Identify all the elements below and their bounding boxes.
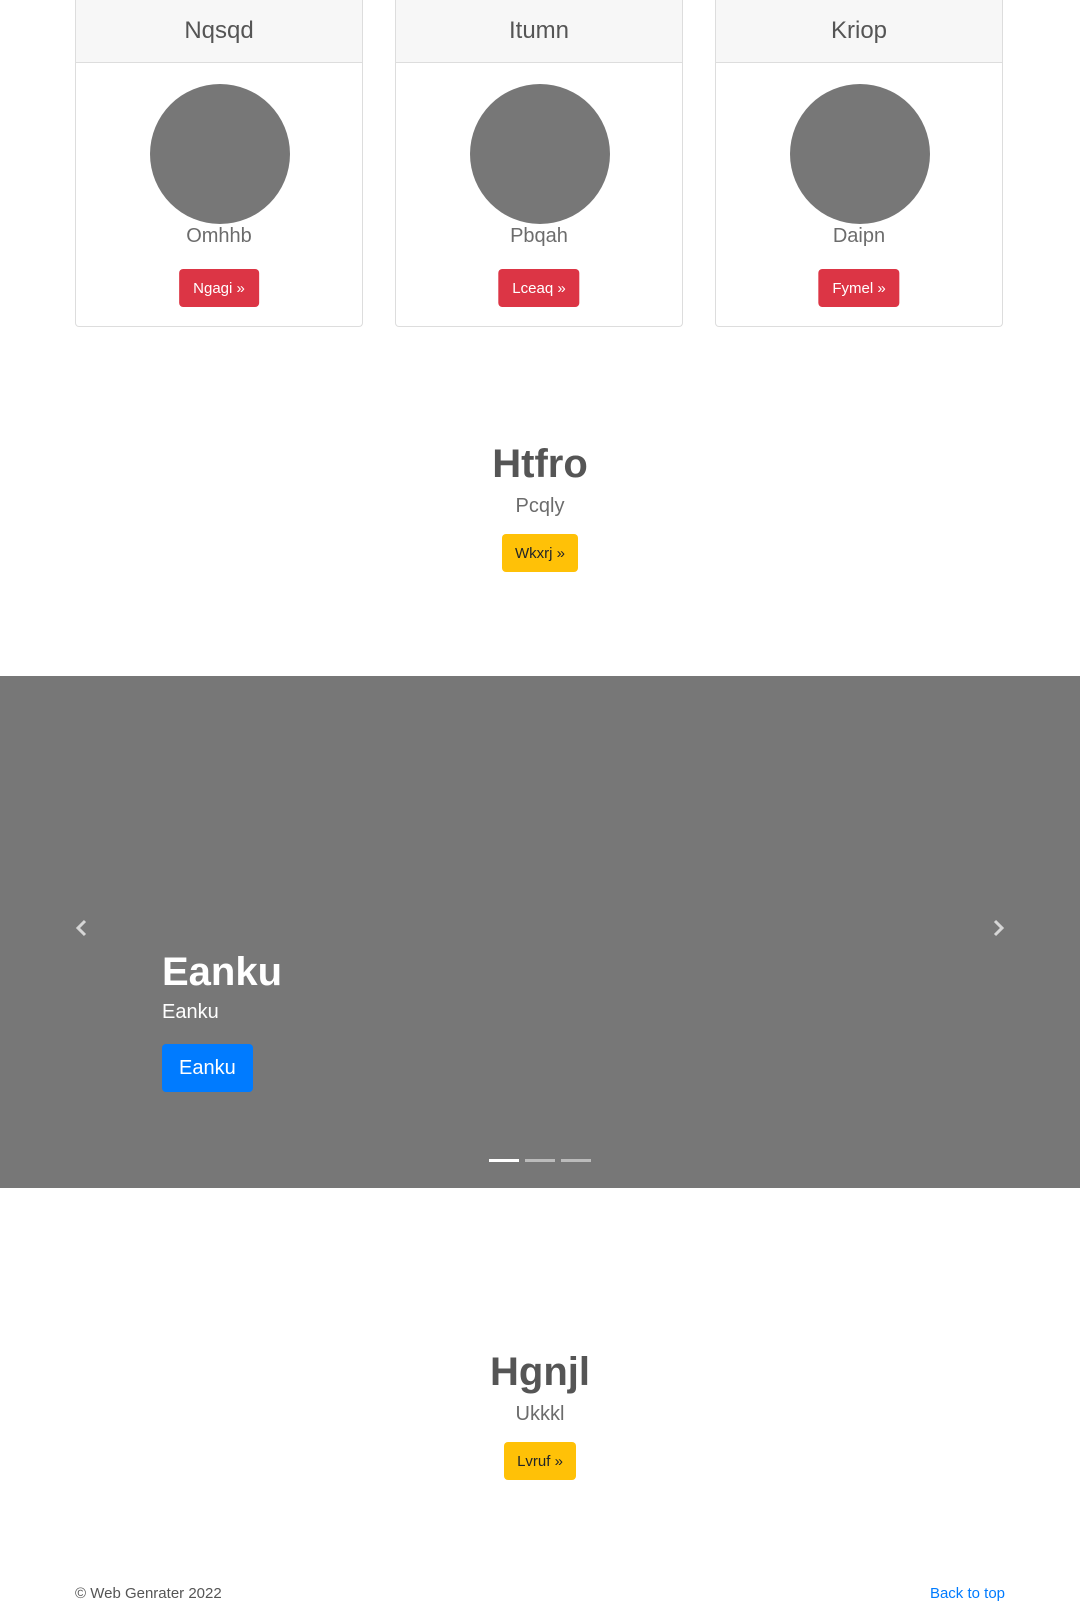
feature-subtitle: Pcqly [515, 495, 565, 517]
carousel-title: Eanku [162, 950, 283, 994]
card-action-button[interactable]: Lceaq » [498, 269, 580, 307]
card-title: Nqsqd [76, 0, 362, 63]
carousel-indicator[interactable] [525, 1159, 555, 1162]
back-to-top-link[interactable]: Back to top [930, 1585, 1005, 1602]
carousel-caption: Eanku Eanku Eanku [162, 950, 282, 1092]
card-itumn: Itumn Pbqah Lceaq » [395, 0, 683, 327]
card-body: Daipn Fymel » [716, 63, 1002, 328]
feature-action-button[interactable]: Wkxrj » [502, 534, 578, 572]
feature-section-hgnjl: Hgnjl Ukkkl Lvruf » [0, 1350, 1080, 1480]
chevron-left-icon[interactable] [70, 916, 94, 940]
card-action-button[interactable]: Ngagi » [179, 269, 259, 307]
feature-title: Htfro [492, 442, 588, 486]
card-action-button[interactable]: Fymel » [818, 269, 900, 307]
feature-action-button[interactable]: Lvruf » [504, 1442, 576, 1480]
card-body: Pbqah Lceaq » [396, 63, 682, 328]
feature-section-htfro: Htfro Pcqly Wkxrj » [0, 442, 1080, 572]
avatar [470, 84, 610, 224]
copyright-text: © Web Genrater 2022 [75, 1585, 222, 1602]
card-kriop: Kriop Daipn Fymel » [715, 0, 1003, 327]
card-nqsqd: Nqsqd Omhhb Ngagi » [75, 0, 363, 327]
footer: © Web Genrater 2022 Back to top [0, 1585, 1080, 1608]
card-body: Omhhb Ngagi » [76, 63, 362, 328]
carousel-indicator[interactable] [489, 1159, 519, 1162]
carousel-button[interactable]: Eanku [162, 1044, 253, 1092]
card-subtitle: Pbqah [510, 225, 568, 247]
carousel: Eanku Eanku Eanku [0, 676, 1080, 1188]
feature-title: Hgnjl [490, 1350, 590, 1394]
carousel-indicator[interactable] [561, 1159, 591, 1162]
card-title: Kriop [716, 0, 1002, 63]
chevron-right-icon[interactable] [986, 916, 1010, 940]
card-title: Itumn [396, 0, 682, 63]
carousel-text: Eanku [162, 1001, 219, 1023]
carousel-indicators [489, 1159, 591, 1162]
feature-subtitle: Ukkkl [515, 1403, 565, 1425]
avatar [150, 84, 290, 224]
card-row: Nqsqd Omhhb Ngagi » Itumn Pbqah Lceaq » … [0, 0, 1080, 330]
card-subtitle: Daipn [832, 225, 886, 247]
avatar [790, 84, 930, 224]
card-subtitle: Omhhb [186, 225, 252, 247]
